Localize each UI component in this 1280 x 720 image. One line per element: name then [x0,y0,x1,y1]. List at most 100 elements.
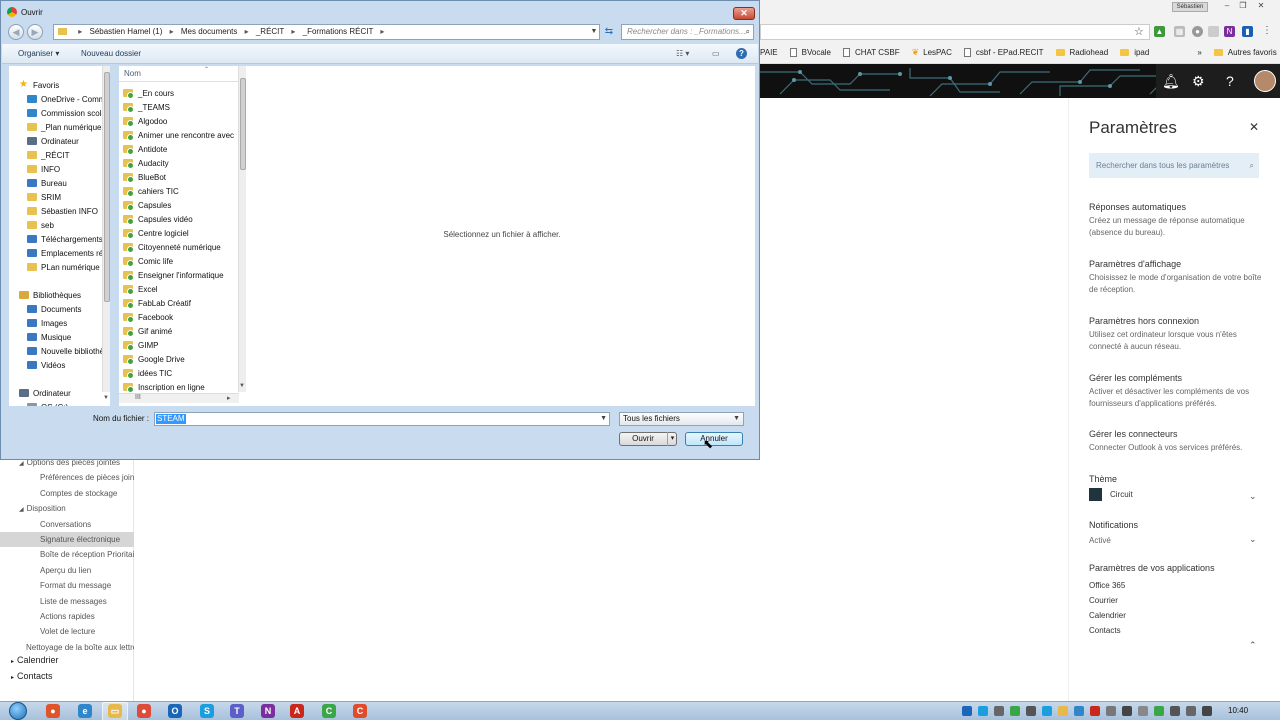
tray-icon[interactable] [1170,706,1180,716]
tray-icon[interactable] [994,706,1004,716]
browser-menu-icon[interactable]: ⋮ [1262,25,1272,36]
nav-tree-item[interactable]: seb [9,218,110,232]
search-input[interactable]: Rechercher dans : _Formations... ⌕ [621,24,754,40]
settings-section[interactable]: Réponses automatiques Créez un message d… [1089,202,1264,239]
extension-icon[interactable]: ▦ [1174,26,1185,37]
settings-nav-item[interactable]: ▸ Calendrier [0,653,134,668]
list-item[interactable]: cahiers TIC [123,184,239,198]
list-item[interactable]: _En cours [123,86,239,100]
tray-icon[interactable] [1154,706,1164,716]
nav-tree-item[interactable]: Emplacements récents [9,246,110,260]
scroll-down-icon[interactable]: ▼ [239,383,245,389]
breadcrumb-item[interactable]: _Formations RÉCIT [303,27,374,36]
nav-tree-item[interactable]: Ordinateur [9,386,110,400]
file-list-scrollbar[interactable] [238,66,246,392]
settings-search-input[interactable]: Rechercher dans tous les paramètres ⌕ [1089,153,1259,178]
list-item[interactable]: BlueBot [123,170,239,184]
start-button[interactable] [9,702,27,720]
chevron-down-icon[interactable]: ⌄ [1249,534,1257,545]
nav-tree-item[interactable]: Ordinateur [9,134,110,148]
extension-icon[interactable] [1208,26,1219,37]
tray-icon[interactable] [1042,706,1052,716]
extension-icon[interactable]: ▮ [1242,26,1253,37]
list-item[interactable]: Enseigner l'informatique [123,268,239,282]
tray-icon[interactable] [962,706,972,716]
settings-nav-item[interactable]: ▸ Contacts [0,669,134,684]
taskbar-app-explorer-icon[interactable]: ▭ [108,704,122,718]
extension-icon[interactable]: ▲ [1154,26,1165,37]
address-bar[interactable]: ▸ Sébastien Hamel (1) ▸ Mes documents ▸ … [53,24,600,40]
taskbar-app-teams-icon[interactable]: T [230,704,244,718]
list-item[interactable]: Algodoo [123,114,239,128]
nav-tree-item[interactable]: ★ Favoris [9,78,110,92]
settings-nav-item[interactable]: Signature électronique [0,532,134,547]
list-item[interactable]: Facebook [123,310,239,324]
list-item[interactable]: FabLab Créatif [123,296,239,310]
extension-icon[interactable]: ● [1192,26,1203,37]
settings-nav-item[interactable]: Préférences de pièces jointes [0,470,134,485]
breadcrumb-item[interactable]: Sébastien Hamel (1) [89,27,162,36]
taskbar-app-chrome-icon[interactable]: ● [137,704,151,718]
onenote-extension-icon[interactable]: N [1224,26,1235,37]
scroll-down-icon[interactable]: ▼ [103,395,109,401]
nav-tree-item[interactable]: SRIM [9,190,110,204]
list-item[interactable]: Capsules [123,198,239,212]
taskbar-app-outlook-icon[interactable]: O [168,704,182,718]
list-item[interactable]: Capsules vidéo [123,212,239,226]
notifications-dropdown[interactable]: Activé [1089,536,1111,545]
nav-tree-item[interactable]: PLan numérique [9,260,110,274]
bookmark-item[interactable]: BVocale [789,48,831,57]
settings-section[interactable]: Paramètres d'affichage Choisissez le mod… [1089,259,1264,296]
settings-section[interactable]: Gérer les compléments Activer et désacti… [1089,373,1264,410]
taskbar-app-ie-icon[interactable]: e [78,704,92,718]
list-item[interactable]: Centre logiciel [123,226,239,240]
nav-tree-item[interactable]: _Plan numérique [9,120,110,134]
nav-tree-item[interactable]: OS (C:) [9,400,110,406]
bell-icon[interactable]: 🔔︎ [1162,73,1180,90]
back-button[interactable]: ◀ [8,24,24,40]
list-item[interactable]: Comic life [123,254,239,268]
taskbar-app-skype-icon[interactable]: S [200,704,214,718]
tray-icon[interactable] [1106,706,1116,716]
tray-icon[interactable] [1058,706,1068,716]
chevron-up-icon[interactable]: ⌃ [1249,640,1257,651]
nav-tree-item[interactable]: Nouvelle bibliothèque [9,344,110,358]
column-header-name[interactable]: Nom [119,66,239,82]
nav-tree-item[interactable]: Téléchargements [9,232,110,246]
nav-tree-item[interactable]: Sébastien INFO [9,204,110,218]
nav-tree-item[interactable]: Images [9,316,110,330]
browser-user-chip[interactable]: Sébastien [1172,2,1208,12]
list-item[interactable]: idées TIC [123,366,239,380]
list-item[interactable]: Antidote [123,142,239,156]
bookmark-item[interactable]: csbf - EPad.RECIT [963,48,1044,57]
expand-arrow-icon[interactable]: ▸ [11,675,14,681]
taskbar-app-camtasia-icon[interactable]: C [322,704,336,718]
cancel-button[interactable]: Annuler [685,432,743,446]
list-item[interactable]: Google Drive [123,352,239,366]
volume-icon[interactable] [1202,706,1212,716]
minimize-icon[interactable]: ‒ [1220,1,1234,13]
open-dropdown-icon[interactable]: ▾ [667,432,677,446]
tray-icon[interactable] [1074,706,1084,716]
settings-nav-item[interactable]: ◢ Disposition [0,501,134,516]
settings-nav-item[interactable]: Volet de lecture [0,624,134,639]
nav-tree-item[interactable]: Bureau [9,176,110,190]
settings-nav-item[interactable]: Aperçu du lien [0,563,134,578]
tray-icon[interactable] [1010,706,1020,716]
tray-icon[interactable] [1026,706,1036,716]
nav-tree-item[interactable]: Bibliothèques [9,288,110,302]
view-options-icon[interactable]: ☷ ▾ [676,49,689,58]
tray-icon[interactable] [1090,706,1100,716]
taskbar-app-firefox-icon[interactable]: ● [46,704,60,718]
expand-arrow-icon[interactable]: ◢ [19,507,24,513]
taskbar-app-onenote-icon[interactable]: N [261,704,275,718]
list-item[interactable]: GIMP [123,338,239,352]
tray-icon[interactable] [1122,706,1132,716]
settings-nav-item[interactable]: Comptes de stockage [0,486,134,501]
filename-input[interactable]: STEAM ▼ [154,412,610,426]
taskbar-clock[interactable]: 10:40 [1228,706,1248,715]
app-link-calendar[interactable]: Calendrier [1089,611,1126,620]
close-icon[interactable]: ✕ [1254,1,1268,13]
nav-tree-item[interactable]: Vidéos [9,358,110,372]
address-dropdown-icon[interactable]: ▼ [588,24,600,40]
